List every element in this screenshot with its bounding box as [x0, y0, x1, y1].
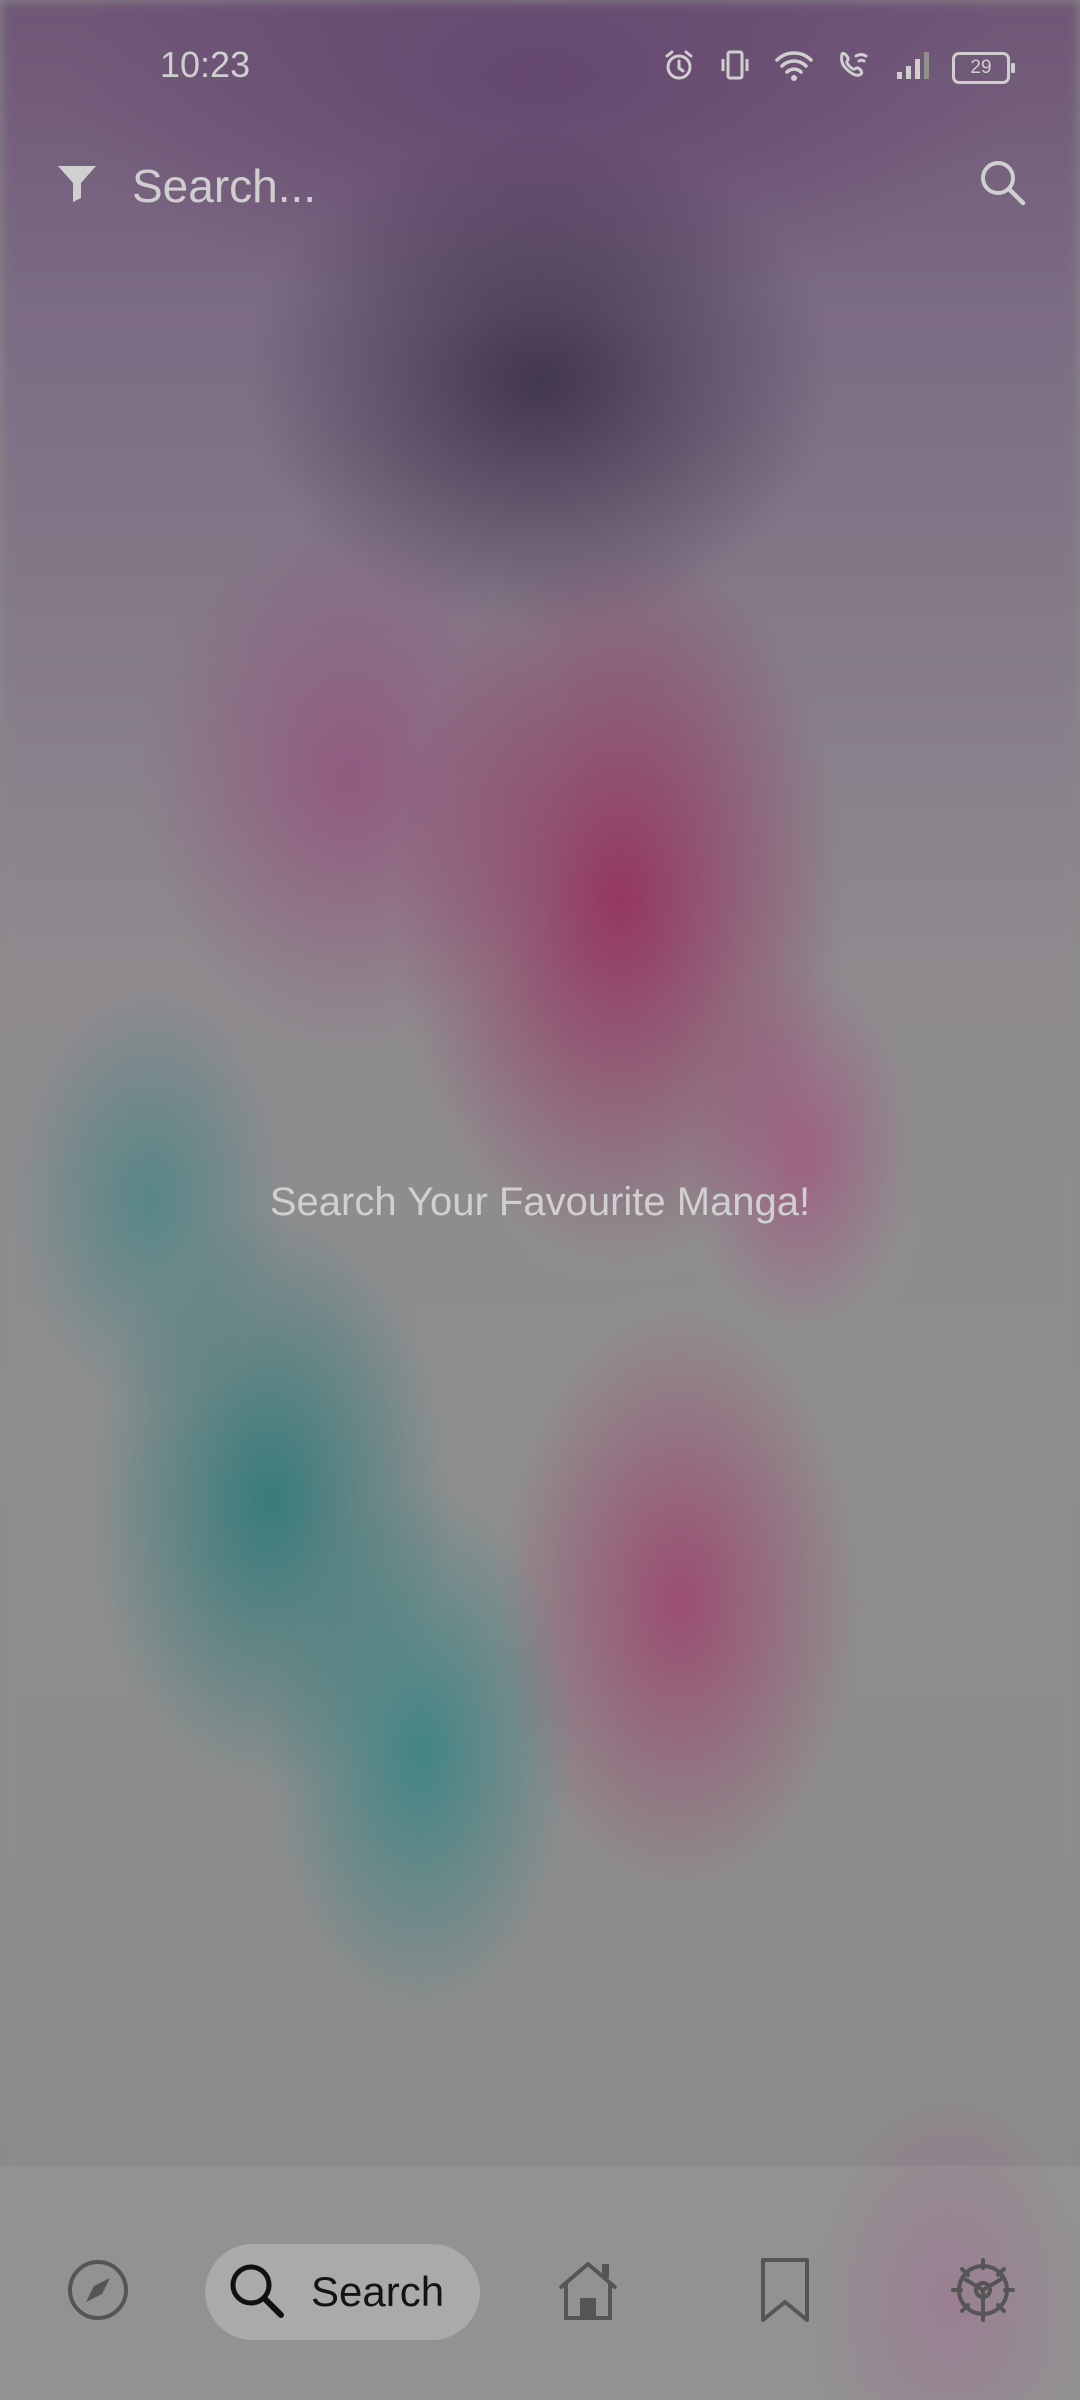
bookmark-icon	[757, 2256, 813, 2329]
battery-icon: 29	[952, 51, 1015, 84]
vibrate-icon	[718, 48, 752, 87]
bottom-navigation: Search	[0, 2166, 1080, 2400]
nav-bookmarks[interactable]	[742, 2244, 827, 2340]
nav-search-label: Search	[311, 2268, 445, 2315]
compass-icon	[66, 2258, 130, 2327]
signal-icon	[894, 48, 930, 87]
nav-home[interactable]	[545, 2244, 630, 2340]
search-input[interactable]	[130, 150, 934, 222]
alarm-icon	[662, 48, 696, 87]
nav-search[interactable]: Search	[205, 2244, 480, 2340]
status-time: 10:23	[160, 44, 251, 85]
status-bar: 10:23 29	[0, 0, 1080, 135]
home-icon	[552, 2254, 624, 2331]
settings-icon	[948, 2255, 1018, 2330]
nav-discover[interactable]	[55, 2244, 140, 2340]
nav-settings[interactable]	[940, 2244, 1025, 2340]
search-bar	[0, 140, 1080, 240]
search-icon[interactable]	[974, 154, 1030, 210]
wifi-calling-icon	[836, 48, 872, 87]
status-icons: 29	[662, 48, 1015, 87]
empty-state-message: Search Your Favourite Manga!	[269, 1180, 811, 1224]
search-icon	[225, 2259, 287, 2326]
wifi-icon	[774, 48, 814, 87]
filter-icon[interactable]	[52, 158, 102, 208]
